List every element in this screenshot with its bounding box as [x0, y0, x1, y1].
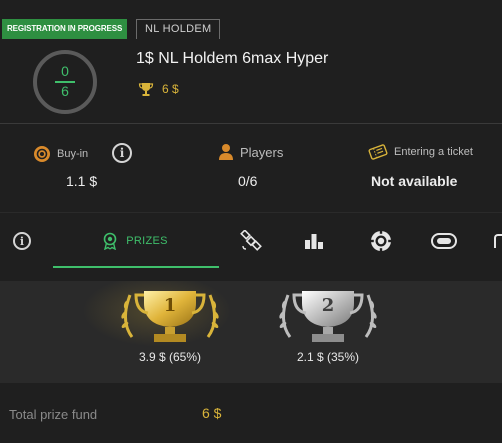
toggle-icon	[431, 233, 457, 249]
ticket-value: Not available	[371, 173, 458, 189]
tab-tables[interactable]	[430, 213, 458, 269]
buyin-info-icon[interactable]: i	[112, 143, 132, 163]
podium-icon	[305, 234, 323, 249]
place-number: 2	[321, 295, 335, 316]
tournament-stats: Buy-in i 1.1 $ Players 0/6 Entering a ti…	[0, 125, 502, 203]
place-number: 1	[163, 295, 177, 316]
players-progress-ring: 0 6	[33, 50, 97, 114]
max-players-count: 6	[61, 83, 69, 99]
ticket-label: Entering a ticket	[394, 146, 473, 158]
buyin-value: 1.1 $	[66, 173, 98, 189]
tab-info[interactable]: i	[8, 213, 36, 269]
active-tab-indicator	[53, 266, 219, 268]
tab-more-partial[interactable]	[494, 213, 502, 269]
poker-chip-icon	[34, 146, 50, 162]
total-prize-fund: Total prize fund 6 $	[0, 383, 502, 443]
tab-prizes[interactable]: PRIZES	[90, 213, 180, 269]
buyin-label-group: Buy-in	[33, 145, 88, 163]
tournament-header: REGISTRATION IN PROGRESS NL HOLDEM 0 6 1…	[0, 0, 502, 124]
buyin-label: Buy-in	[57, 148, 89, 160]
prize-place-2: 2 2.1 $ (35%)	[268, 281, 388, 383]
registered-count: 0	[61, 63, 69, 79]
players-value: 0/6	[238, 173, 258, 189]
tournament-title: 1$ NL Holdem 6max Hyper	[136, 50, 329, 67]
fund-value: 6 $	[202, 405, 222, 421]
prize-distribution: 1 3.9 $ (65%) 2 2.1 $ (35%)	[0, 281, 502, 383]
info-icon: i	[13, 232, 31, 250]
players-label: Players	[240, 144, 284, 160]
tournament-tabs: i PRIZES	[0, 212, 502, 269]
game-type-tag: NL HOLDEM	[136, 19, 221, 39]
poker-chip-icon	[370, 230, 392, 252]
fund-label: Total prize fund	[9, 407, 98, 422]
award-icon	[103, 232, 117, 250]
partial-icon	[494, 234, 502, 248]
tab-leaderboard[interactable]	[300, 213, 328, 269]
ticket-label-group: Entering a ticket	[368, 143, 473, 161]
players-label-group: Players	[218, 143, 283, 161]
trophy-icon	[138, 83, 154, 96]
status-badge: REGISTRATION IN PROGRESS	[2, 19, 128, 39]
tab-satellite[interactable]	[237, 213, 265, 269]
tab-blinds[interactable]	[367, 213, 395, 269]
header-prize-value: 6 $	[162, 82, 179, 96]
tab-prizes-label: PRIZES	[126, 235, 168, 247]
prize-place-1: 1 3.9 $ (65%)	[110, 281, 230, 383]
header-prize: 6 $	[138, 81, 179, 97]
prize-amount: 2.1 $ (35%)	[296, 350, 360, 364]
prize-amount: 3.9 $ (65%)	[138, 350, 202, 364]
ticket-icon	[368, 144, 388, 160]
satellite-icon	[240, 230, 262, 251]
person-icon	[219, 144, 233, 160]
